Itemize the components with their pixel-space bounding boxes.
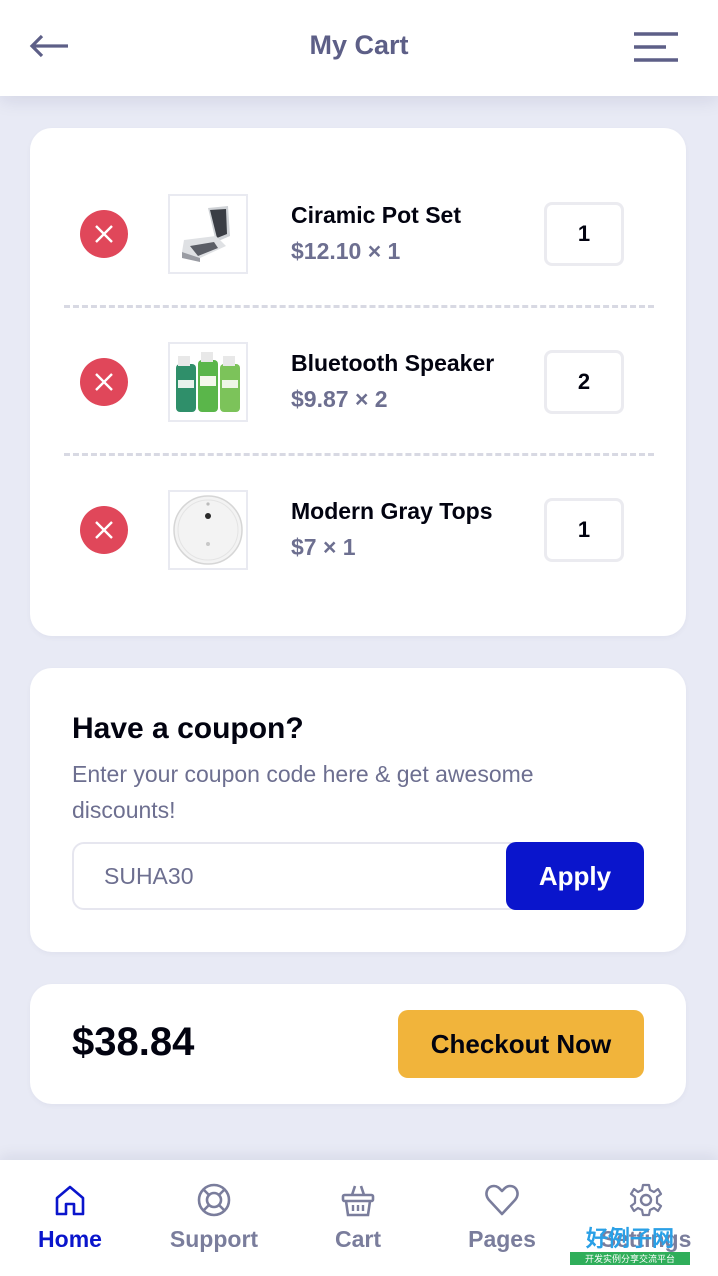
product-name[interactable]: Bluetooth Speaker [291,350,494,377]
coupon-title: Have a coupon? [72,712,304,745]
product-thumbnail[interactable] [168,490,248,570]
product-price: $7 × 1 [291,534,356,560]
nav-label: Support [169,1226,259,1252]
nav-label: Settings [600,1226,692,1252]
coupon-code-input[interactable] [72,842,542,910]
product-thumbnail[interactable] [168,194,248,274]
product-price: $9.87 × 2 [291,386,388,412]
cart-item: Ciramic Pot Set $12.10 × 1 [30,160,686,308]
menu-button[interactable] [630,30,680,64]
nav-home[interactable]: Home [0,1160,142,1276]
cart-item: Modern Gray Tops $7 × 1 [30,456,686,604]
close-icon [95,225,113,243]
nav-label: Pages [468,1226,536,1252]
product-price: $12.10 × 1 [291,238,401,264]
close-icon [95,373,113,391]
cart-total: $38.84 [72,1020,195,1064]
product-thumbnail[interactable] [168,342,248,422]
massage-chair-image [182,206,230,262]
product-name[interactable]: Ciramic Pot Set [291,202,461,229]
heart-icon [485,1184,519,1216]
coupon-card: Have a coupon? Enter your coupon code he… [30,668,686,952]
checkout-card: $38.84 Checkout Now [30,984,686,1104]
basket-icon [341,1185,375,1217]
quantity-input[interactable] [544,202,624,266]
coupon-description: Enter your coupon code here & get awesom… [72,761,534,823]
hamburger-icon [634,32,678,62]
checkout-button[interactable]: Checkout Now [398,1010,644,1078]
close-icon [95,521,113,539]
quantity-input[interactable] [544,350,624,414]
nav-label: Cart [334,1226,381,1252]
nav-pages[interactable]: Pages [430,1160,574,1276]
quantity-input[interactable] [544,498,624,562]
footer-nav: Home Support Cart Pages Settings [0,1160,718,1276]
cart-item: Bluetooth Speaker $9.87 × 2 [30,308,686,456]
lifebuoy-icon [197,1183,231,1217]
nav-settings[interactable]: Settings [574,1160,718,1276]
nav-label: Home [38,1226,102,1252]
bottles-image [176,352,240,412]
remove-item-button[interactable] [80,358,128,406]
page-title: My Cart [309,30,409,60]
top-header: My Cart [0,0,718,96]
product-name[interactable]: Modern Gray Tops [291,498,493,525]
robot-vacuum-image [173,495,243,565]
cart-items-card: Ciramic Pot Set $12.10 × 1 Bluetooth Spe… [30,128,686,636]
nav-cart[interactable]: Cart [286,1160,430,1276]
gear-icon [629,1183,663,1217]
nav-support[interactable]: Support [142,1160,286,1276]
remove-item-button[interactable] [80,210,128,258]
remove-item-button[interactable] [80,506,128,554]
apply-coupon-button[interactable]: Apply [506,842,644,910]
home-icon [55,1185,85,1216]
